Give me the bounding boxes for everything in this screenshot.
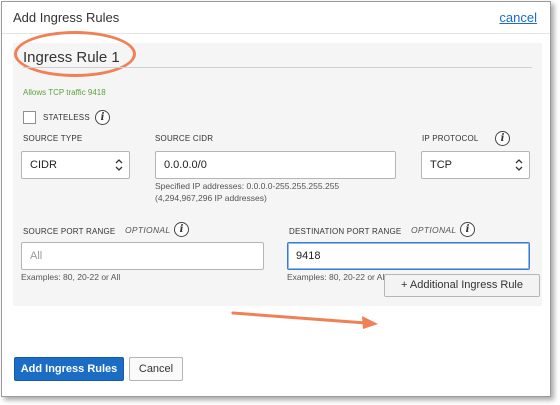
destination-port-range-label: DESTINATION PORT RANGE bbox=[289, 227, 402, 236]
ip-protocol-info-icon[interactable]: i bbox=[495, 131, 510, 146]
ip-protocol-label: IP PROTOCOL bbox=[422, 134, 479, 143]
source-type-label: SOURCE TYPE bbox=[23, 134, 83, 143]
source-cidr-value: 0.0.0.0/0 bbox=[164, 159, 207, 171]
source-cidr-label: SOURCE CIDR bbox=[155, 134, 214, 143]
source-port-info-icon[interactable]: i bbox=[174, 222, 189, 237]
source-port-range-label: SOURCE PORT RANGE bbox=[23, 227, 116, 236]
stateless-label: STATELESS bbox=[43, 113, 90, 122]
destination-port-optional: OPTIONAL bbox=[411, 225, 457, 235]
destination-port-range-input[interactable]: 9418 bbox=[287, 242, 530, 270]
destination-port-info-icon[interactable]: i bbox=[460, 222, 475, 237]
destination-port-note: Examples: 80, 20-22 or All bbox=[287, 272, 387, 282]
rule-help-text: Allows TCP traffic 9418 bbox=[23, 88, 106, 97]
dialog-header: Add Ingress Rules cancel bbox=[2, 2, 550, 34]
source-type-value: CIDR bbox=[30, 159, 57, 171]
source-cidr-note-1: Specified IP addresses: 0.0.0.0-255.255.… bbox=[155, 181, 340, 191]
ip-protocol-select[interactable]: TCP bbox=[421, 151, 530, 179]
source-cidr-note-2: (4,294,967,296 IP addresses) bbox=[155, 193, 267, 203]
cancel-link[interactable]: cancel bbox=[499, 10, 537, 25]
source-port-optional: OPTIONAL bbox=[125, 225, 171, 235]
destination-port-value: 9418 bbox=[296, 250, 321, 262]
dialog-title: Add Ingress Rules bbox=[13, 10, 120, 25]
source-port-note: Examples: 80, 20-22 or All bbox=[21, 272, 121, 282]
add-ingress-rules-dialog: Add Ingress Rules cancel Ingress Rule 1 … bbox=[1, 1, 551, 397]
chevron-up-down-icon bbox=[515, 159, 523, 171]
source-port-range-input[interactable]: All bbox=[21, 242, 264, 270]
chevron-up-down-icon bbox=[115, 159, 123, 171]
source-cidr-input[interactable]: 0.0.0.0/0 bbox=[155, 151, 396, 179]
stateless-info-icon[interactable]: i bbox=[95, 110, 110, 125]
ip-protocol-value: TCP bbox=[430, 159, 452, 171]
source-port-placeholder: All bbox=[30, 250, 43, 262]
stateless-checkbox[interactable] bbox=[23, 111, 36, 124]
additional-ingress-rule-button[interactable]: + Additional Ingress Rule bbox=[384, 274, 540, 297]
add-ingress-rules-button[interactable]: Add Ingress Rules bbox=[14, 357, 124, 381]
rule-divider bbox=[23, 67, 532, 68]
annotation-arrow bbox=[231, 311, 378, 329]
cancel-button[interactable]: Cancel bbox=[129, 357, 183, 381]
rule-title: Ingress Rule 1 bbox=[23, 49, 120, 66]
source-type-select[interactable]: CIDR bbox=[21, 151, 130, 179]
ingress-rule-panel: Ingress Rule 1 Allows TCP traffic 9418 S… bbox=[13, 31, 542, 306]
